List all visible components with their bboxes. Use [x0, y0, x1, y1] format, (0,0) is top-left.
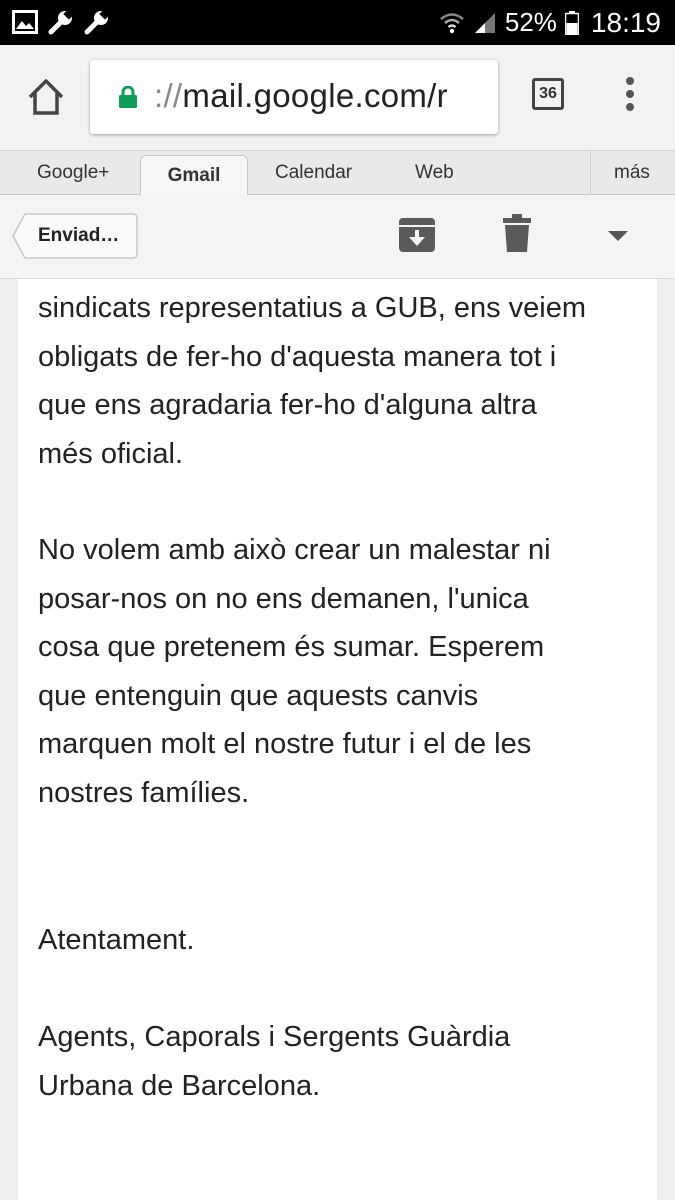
wifi-icon: [440, 12, 464, 33]
archive-icon[interactable]: [398, 216, 436, 254]
tab-switcher-button[interactable]: 36: [532, 78, 564, 110]
home-icon[interactable]: [24, 75, 68, 119]
back-button-label[interactable]: Enviad…: [38, 225, 119, 247]
tab-web[interactable]: Web: [415, 151, 454, 195]
overflow-menu-icon[interactable]: [620, 77, 640, 117]
wrench-icon: [84, 9, 110, 35]
system-indicators: 52% 18:19: [439, 0, 661, 45]
message-paragraph: No volem amb això crear un malestar ni p…: [38, 534, 551, 809]
trash-icon[interactable]: [503, 214, 531, 252]
wrench-icon: [48, 9, 74, 35]
message-paragraph: sindicats representatius a GUB, ens veie…: [38, 292, 587, 470]
message-body: sindicats representatius a GUB, ens veie…: [18, 279, 657, 1200]
lock-icon: [119, 86, 137, 108]
url-scheme: ://: [154, 77, 183, 114]
battery-icon: [564, 10, 579, 35]
message-closing: Atentament.: [38, 924, 195, 956]
notification-icons: [12, 9, 110, 35]
browser-toolbar: ://mail.google.com/r 36: [0, 45, 675, 150]
message-signature: Agents, Caporals i Sergents Guàrdia Urba…: [38, 1021, 511, 1102]
url-bar[interactable]: ://mail.google.com/r: [90, 60, 498, 134]
url-host: mail.google.com/r: [182, 77, 448, 114]
tab-gmail[interactable]: Gmail: [140, 155, 248, 197]
tab-google-plus[interactable]: Google+: [37, 151, 109, 195]
tab-more[interactable]: más: [614, 151, 650, 195]
url-text: ://mail.google.com/r: [154, 77, 448, 115]
image-icon: [12, 10, 38, 34]
more-actions-dropdown-icon[interactable]: [606, 229, 630, 243]
clock: 18:19: [590, 6, 661, 38]
tab-divider: [590, 151, 591, 195]
tab-calendar[interactable]: Calendar: [275, 151, 352, 195]
battery-percent: 52%: [504, 7, 557, 37]
google-nav-tabs: Google+ Gmail Calendar Web más: [0, 150, 675, 197]
signal-icon: [474, 12, 495, 33]
status-bar: 52% 18:19: [0, 0, 675, 45]
